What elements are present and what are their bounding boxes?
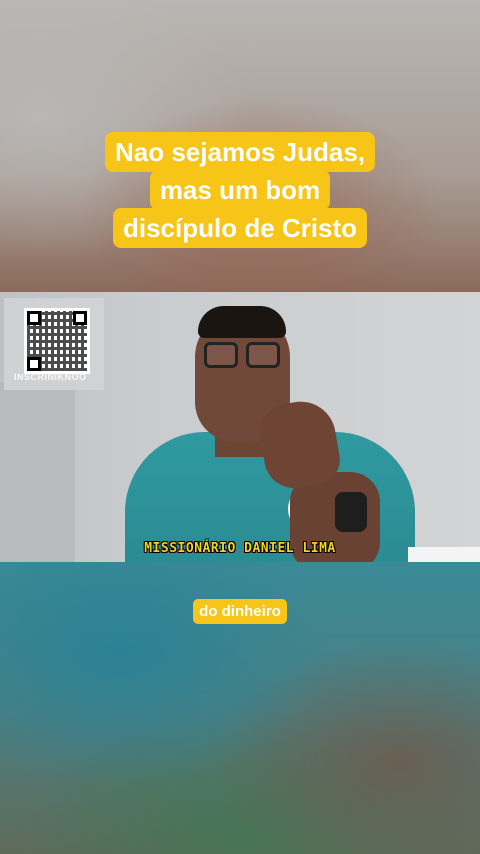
glasses-lens-right bbox=[246, 342, 280, 368]
qr-finder-top-right bbox=[73, 311, 87, 325]
qr-label: INSCRINIKNOO bbox=[14, 372, 87, 382]
caption-text-3: discípulo de Cristo bbox=[112, 208, 368, 248]
subtitle-caption: do dinheiro bbox=[0, 599, 480, 624]
caption-line-1: Nao sejamos Judas, bbox=[0, 132, 480, 172]
caption-line-2: mas um bom bbox=[0, 170, 480, 210]
qr-finder-top-left bbox=[27, 311, 41, 325]
wall-shadow bbox=[0, 382, 75, 562]
caption-text-2: mas um bom bbox=[149, 170, 331, 210]
video-frame[interactable]: INSCRINIKNOO MISSIONÁRIO DANIEL LIMA bbox=[0, 292, 480, 562]
speaker-name-tag: MISSIONÁRIO DANIEL LIMA bbox=[144, 541, 336, 556]
subtitle-text: do dinheiro bbox=[193, 599, 287, 624]
person-hair bbox=[198, 306, 286, 338]
qr-code-icon bbox=[24, 308, 90, 374]
qr-overlay: INSCRINIKNOO bbox=[4, 298, 104, 390]
wristwatch-icon bbox=[335, 492, 367, 532]
qr-finder-bottom-left bbox=[27, 357, 41, 371]
glasses-icon bbox=[200, 342, 285, 372]
glasses-lens-left bbox=[204, 342, 238, 368]
caption-text-1: Nao sejamos Judas, bbox=[105, 132, 375, 172]
caption-line-3: discípulo de Cristo bbox=[0, 208, 480, 248]
